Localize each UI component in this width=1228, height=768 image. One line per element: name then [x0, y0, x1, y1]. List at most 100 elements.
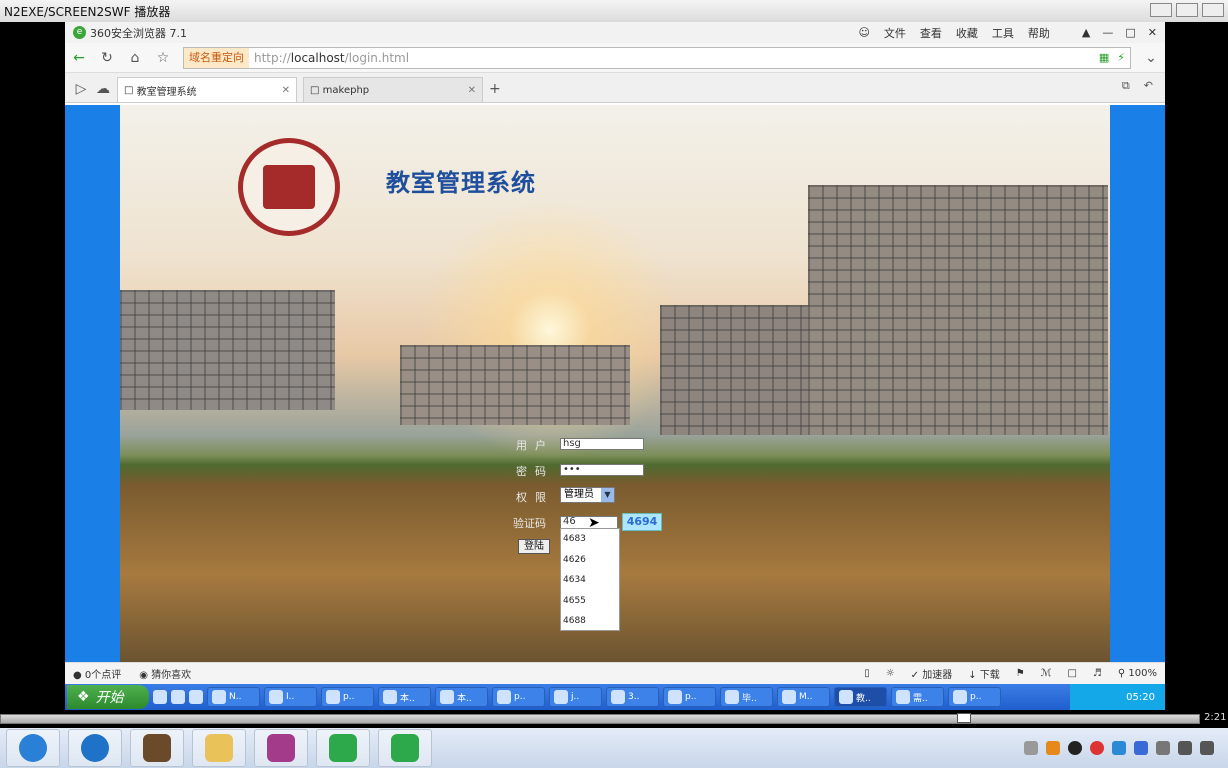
user-icon[interactable]: ☺ — [858, 26, 869, 39]
role-select[interactable]: 管理员 ▼ — [560, 487, 615, 503]
taskbar-item[interactable]: p.. — [663, 687, 716, 707]
taskbar-item[interactable]: p.. — [492, 687, 545, 707]
menu-view[interactable]: 查看 — [920, 25, 942, 41]
cloud-icon[interactable]: ☁ — [95, 77, 111, 102]
minimize-button[interactable] — [1150, 3, 1172, 17]
autocomplete-item[interactable]: 4626 — [561, 550, 619, 571]
refresh-icon[interactable]: ↻ — [99, 50, 115, 66]
player-app-icon[interactable] — [316, 729, 370, 767]
accelerator-button[interactable]: ✓ 加速器 — [911, 666, 953, 681]
taskbar-item[interactable]: j.. — [549, 687, 602, 707]
menu-favorites[interactable]: 收藏 — [956, 25, 978, 41]
skin-icon[interactable]: ▲ — [1082, 26, 1090, 39]
clock: 05:20 — [1126, 691, 1155, 703]
building-right-tower — [808, 185, 1108, 435]
seek-thumb[interactable] — [957, 713, 971, 723]
taskbar-item[interactable]: N.. — [207, 687, 260, 707]
archive-icon[interactable] — [254, 729, 308, 767]
taskbar-item[interactable]: 本.. — [435, 687, 488, 707]
player-seekbar: 2:21 — [0, 710, 1228, 728]
qrcode-icon[interactable]: ▦ — [1099, 51, 1109, 64]
network-icon[interactable] — [1200, 741, 1214, 755]
sidebar-toggle-icon[interactable]: ▷ — [73, 77, 89, 102]
taskbar-item[interactable]: p.. — [321, 687, 374, 707]
volume-icon[interactable] — [1178, 741, 1192, 755]
sogou-icon[interactable] — [6, 729, 60, 767]
tray-app-icon[interactable] — [1112, 741, 1126, 755]
menu-tools[interactable]: 工具 — [992, 25, 1014, 41]
tab-classroom-system[interactable]: □ 教室管理系统 ✕ — [117, 77, 297, 102]
host-taskbar — [0, 728, 1228, 768]
taskbar-item[interactable]: 毕.. — [720, 687, 773, 707]
home-icon[interactable]: ⌂ — [127, 50, 143, 66]
chevron-down-icon[interactable]: ⌄ — [1143, 50, 1159, 66]
browser-minimize-icon[interactable]: — — [1102, 26, 1113, 39]
zoom-control[interactable]: ⚲ 100% — [1118, 668, 1157, 679]
tab-list-icon[interactable]: ⧉ — [1122, 79, 1130, 93]
tab-close-icon[interactable]: ✕ — [468, 85, 476, 96]
url-text[interactable]: http://localhost/login.html — [249, 51, 409, 65]
speed-icon[interactable]: ☼ — [886, 668, 895, 679]
seek-track[interactable] — [0, 714, 1200, 724]
mouse-cursor-icon: ➤ — [588, 515, 600, 531]
taskbar-item[interactable]: 3.. — [606, 687, 659, 707]
taskbar-item-active[interactable]: 教.. — [834, 687, 887, 707]
password-label: 密码 — [516, 465, 554, 478]
autocomplete-item[interactable]: 4683 — [561, 529, 619, 550]
browser-restore-icon[interactable]: □ — [1125, 26, 1135, 39]
tray-app-icon[interactable] — [1156, 741, 1170, 755]
qq-icon[interactable] — [1068, 741, 1082, 755]
player-app-icon-2[interactable] — [378, 729, 432, 767]
keyboard-icon[interactable] — [1024, 741, 1038, 755]
comments-link[interactable]: ● 0个点评 — [73, 666, 121, 681]
avatar-app-icon[interactable] — [130, 729, 184, 767]
star-icon[interactable]: ☆ — [155, 50, 171, 66]
new-tab-icon[interactable]: + — [489, 77, 501, 102]
lightning-icon[interactable]: ⚡ — [1117, 51, 1125, 64]
taskbar-item[interactable]: I.. — [264, 687, 317, 707]
tray-app-icon[interactable] — [1090, 741, 1104, 755]
taskbar-item[interactable]: p.. — [948, 687, 1001, 707]
download-button[interactable]: ↓ 下载 — [968, 666, 1000, 681]
browser-title: 360安全浏览器 7.1 — [90, 26, 187, 40]
menu-help[interactable]: 帮助 — [1028, 25, 1050, 41]
maximize-button[interactable] — [1176, 3, 1198, 17]
autocomplete-item[interactable]: 4634 — [561, 570, 619, 591]
redirect-badge[interactable]: 域名重定向 — [184, 47, 249, 68]
ie-icon[interactable]: ℳ — [1041, 668, 1052, 679]
menu-file[interactable]: 文件 — [884, 25, 906, 41]
username-input[interactable]: hsg — [560, 438, 644, 450]
browser-window: e 360安全浏览器 7.1 ☺ 文件 查看 收藏 工具 帮助 ▲ — □ ✕ … — [65, 22, 1165, 684]
tab-makephp[interactable]: □ makephp ✕ — [303, 77, 483, 102]
window-icon[interactable]: □ — [1067, 668, 1076, 679]
k-app-icon[interactable] — [68, 729, 122, 767]
guess-link[interactable]: ◉ 猜你喜欢 — [139, 666, 191, 681]
start-button[interactable]: ❖ 开始 — [67, 685, 149, 709]
volume-icon[interactable]: ♬ — [1093, 668, 1102, 679]
phone-icon[interactable]: ▯ — [864, 668, 870, 679]
tray-app-icon[interactable] — [1046, 741, 1060, 755]
tab-close-icon[interactable]: ✕ — [282, 85, 290, 96]
address-bar[interactable]: 域名重定向 http://localhost/login.html ▦ ⚡ — [183, 46, 1131, 69]
browser-close-icon[interactable]: ✕ — [1148, 26, 1157, 39]
folder-icon[interactable] — [192, 729, 246, 767]
taskbar-item[interactable]: 需.. — [891, 687, 944, 707]
tray-app-icon[interactable] — [1134, 741, 1148, 755]
ie-quicklaunch-icon[interactable] — [171, 690, 185, 704]
captcha-image[interactable]: 4694 — [622, 513, 662, 531]
university-emblem — [238, 138, 340, 236]
autocomplete-item[interactable]: 4688 — [561, 611, 619, 632]
quicklaunch-icon[interactable] — [153, 690, 167, 704]
password-input[interactable]: ••• — [560, 464, 644, 476]
taskbar-item[interactable]: 本.. — [378, 687, 431, 707]
chevron-down-icon[interactable]: ▼ — [601, 488, 614, 502]
flag-icon[interactable]: ⚑ — [1016, 668, 1025, 679]
close-button[interactable] — [1202, 3, 1224, 17]
login-button[interactable]: 登陆 — [518, 539, 550, 554]
taskbar-item[interactable]: M.. — [777, 687, 830, 707]
browser-quicklaunch-icon[interactable] — [189, 690, 203, 704]
back-icon[interactable]: ← — [71, 50, 87, 66]
undo-close-icon[interactable]: ↶ — [1144, 79, 1153, 93]
autocomplete-item[interactable]: 4655 — [561, 591, 619, 612]
autocomplete-list: 4683 4626 4634 4655 4688 — [560, 528, 620, 631]
